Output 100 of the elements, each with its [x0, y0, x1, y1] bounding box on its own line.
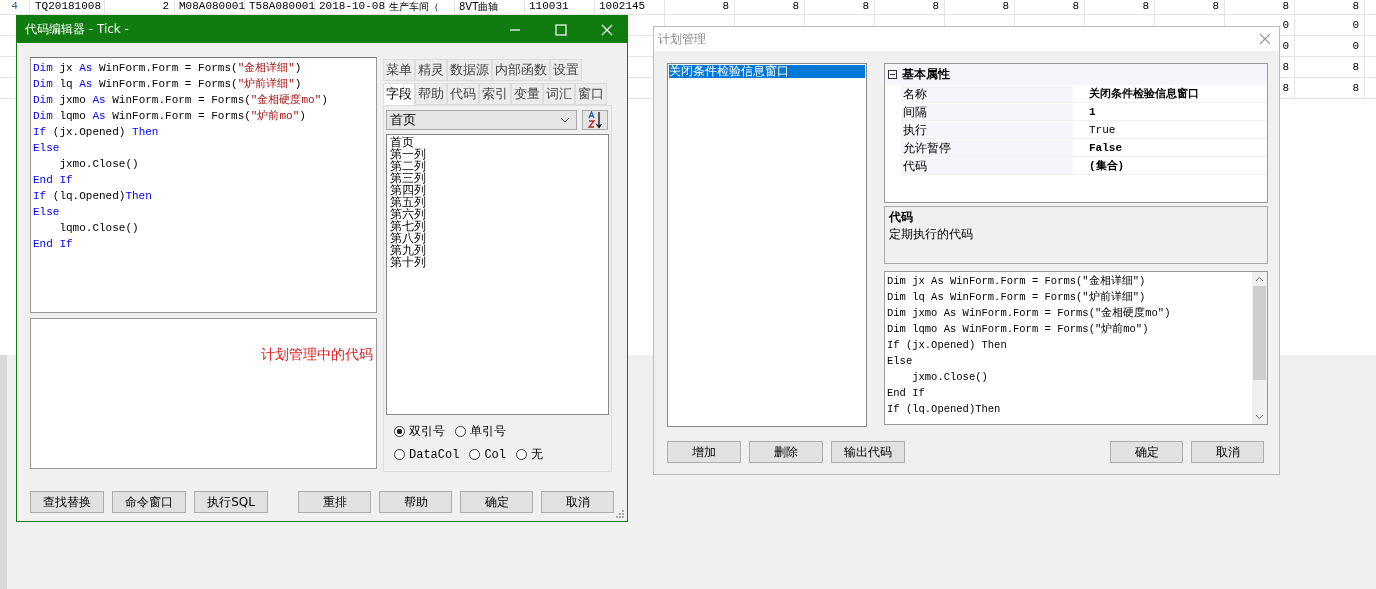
tab[interactable]: 内部函数	[492, 59, 550, 81]
radio-button[interactable]: Col	[469, 446, 507, 463]
code-line: Dim jx As WinForm.Form = Forms("金相详细")	[33, 61, 303, 76]
code-line: Dim jxmo As WinForm.Form = Forms("金相硬度mo")	[887, 306, 1172, 321]
property-value: False	[1088, 141, 1122, 154]
list-item[interactable]: 第八列	[390, 232, 605, 244]
code-line: Else	[887, 354, 914, 369]
tab[interactable]: 菜单	[383, 59, 415, 81]
button[interactable]: 取消	[1191, 441, 1264, 463]
tab[interactable]: 变量	[511, 83, 543, 105]
sort-icon	[587, 111, 603, 129]
code-line: jxmo.Close()	[911, 370, 989, 385]
code-line: Dim jxmo As WinForm.Form = Forms("金相硬度mo")	[33, 93, 329, 108]
list-item[interactable]: 第三列	[390, 172, 605, 184]
tab[interactable]: 字段	[383, 83, 415, 105]
table-cell: 2	[162, 0, 169, 13]
property-name: 执行	[901, 121, 1073, 138]
list-item[interactable]: 第六列	[390, 208, 605, 220]
list-item[interactable]: 第四列	[390, 184, 605, 196]
table-cell: 8	[1282, 81, 1289, 95]
dropdown[interactable]: 首页	[386, 110, 577, 130]
table-cell: 8	[862, 0, 869, 13]
close-icon	[1259, 33, 1271, 45]
code-line: Dim jx As WinForm.Form = Forms("金相详细")	[887, 274, 1147, 289]
window-title: 计划管理	[658, 30, 706, 48]
radio-button[interactable]: 双引号	[394, 423, 445, 440]
property-name: 代码	[901, 157, 1073, 174]
table-cell: 8	[1282, 60, 1289, 74]
tab[interactable]: 设置	[550, 59, 582, 81]
table-cell: M08A080001	[179, 0, 245, 13]
table-cell: 2018-10-08	[319, 0, 385, 13]
list-item[interactable]: 第七列	[390, 220, 605, 232]
button[interactable]: 查找替换	[30, 491, 104, 513]
button[interactable]: 命令窗口	[112, 491, 186, 513]
property-value: 关闭条件检验信息窗口	[1088, 86, 1199, 101]
table-cell: 0	[1352, 18, 1359, 32]
tab[interactable]: 帮助	[415, 83, 447, 105]
property-name: 允许暂停	[901, 139, 1073, 156]
property-value: True	[1088, 123, 1116, 136]
list-item[interactable]: 第二列	[390, 160, 605, 172]
radio-button[interactable]: DataCol	[394, 446, 460, 463]
code-line: If (jx.Opened) Then	[33, 125, 160, 140]
list-item[interactable]: 首页	[390, 136, 605, 148]
list-item[interactable]: 第五列	[390, 196, 605, 208]
description-text: 定期执行的代码	[889, 226, 974, 243]
radio-button[interactable]: 无	[516, 446, 544, 463]
button[interactable]: 取消	[541, 491, 614, 513]
table-cell: 8	[1352, 81, 1359, 95]
table-cell: 0	[1282, 18, 1289, 32]
code-line: If (lq.Opened)Then	[887, 402, 1002, 417]
property-name: 间隔	[901, 103, 1073, 120]
table-cell: 8VT曲轴	[459, 0, 499, 13]
code-line: Dim lqmo As WinForm.Form = Forms("炉前mo")	[887, 322, 1150, 337]
table-cell: 8	[1072, 0, 1079, 13]
button[interactable]: 确定	[460, 491, 533, 513]
scroll-up-icon	[1255, 276, 1264, 282]
tab[interactable]: 数据源	[447, 59, 492, 81]
code-line: If (lq.Opened)Then	[33, 189, 153, 204]
scroll-thumb[interactable]	[1253, 286, 1266, 380]
maximize-icon	[555, 23, 567, 36]
tab[interactable]: 精灵	[415, 59, 447, 81]
code-line: Else	[33, 205, 61, 220]
button[interactable]: 输出代码	[831, 441, 905, 463]
button[interactable]: 帮助	[379, 491, 452, 513]
row-number: 4	[11, 0, 18, 13]
table-cell: 8	[792, 0, 799, 13]
table-cell: 8	[1142, 0, 1149, 13]
code-editor[interactable]	[30, 57, 377, 313]
table-cell: TQ20181008	[35, 0, 101, 13]
description-title: 代码	[889, 209, 914, 226]
property-name: 名称	[901, 85, 1073, 102]
button[interactable]: 重排	[298, 491, 371, 513]
sort-button[interactable]	[582, 110, 608, 130]
tab[interactable]: 窗口	[575, 83, 607, 105]
table-cell: T58A080001	[249, 0, 315, 13]
table-cell: 8	[722, 0, 729, 13]
list-item[interactable]: 第十列	[390, 256, 605, 268]
close-icon	[601, 23, 613, 36]
tab[interactable]: 代码	[447, 83, 479, 105]
scrollbar[interactable]	[1252, 272, 1267, 424]
code-line: End If	[33, 237, 74, 252]
button[interactable]: 确定	[1110, 441, 1183, 463]
list-item[interactable]: 第九列	[390, 244, 605, 256]
tab[interactable]: 词汇	[543, 83, 575, 105]
code-line: Else	[33, 141, 61, 156]
list-item[interactable]: 第一列	[390, 148, 605, 160]
radio-button[interactable]: 单引号	[455, 423, 506, 440]
tab[interactable]: 索引	[479, 83, 511, 105]
code-line: If (jx.Opened) Then	[887, 338, 1008, 353]
table-cell: 8	[932, 0, 939, 13]
table-cell: 生产车间（	[389, 0, 439, 13]
list-item[interactable]: 关闭条件检验信息窗口	[669, 65, 865, 78]
resize-grip-icon	[615, 509, 625, 519]
table-cell: 1002145	[599, 0, 646, 13]
button[interactable]: 增加	[667, 441, 741, 463]
code-line: lqmo.Close()	[58, 221, 140, 236]
category-label: 基本属性	[902, 66, 950, 83]
property-value: (集合)	[1088, 159, 1125, 173]
button[interactable]: 删除	[749, 441, 823, 463]
button[interactable]: 执行SQL	[194, 491, 268, 513]
